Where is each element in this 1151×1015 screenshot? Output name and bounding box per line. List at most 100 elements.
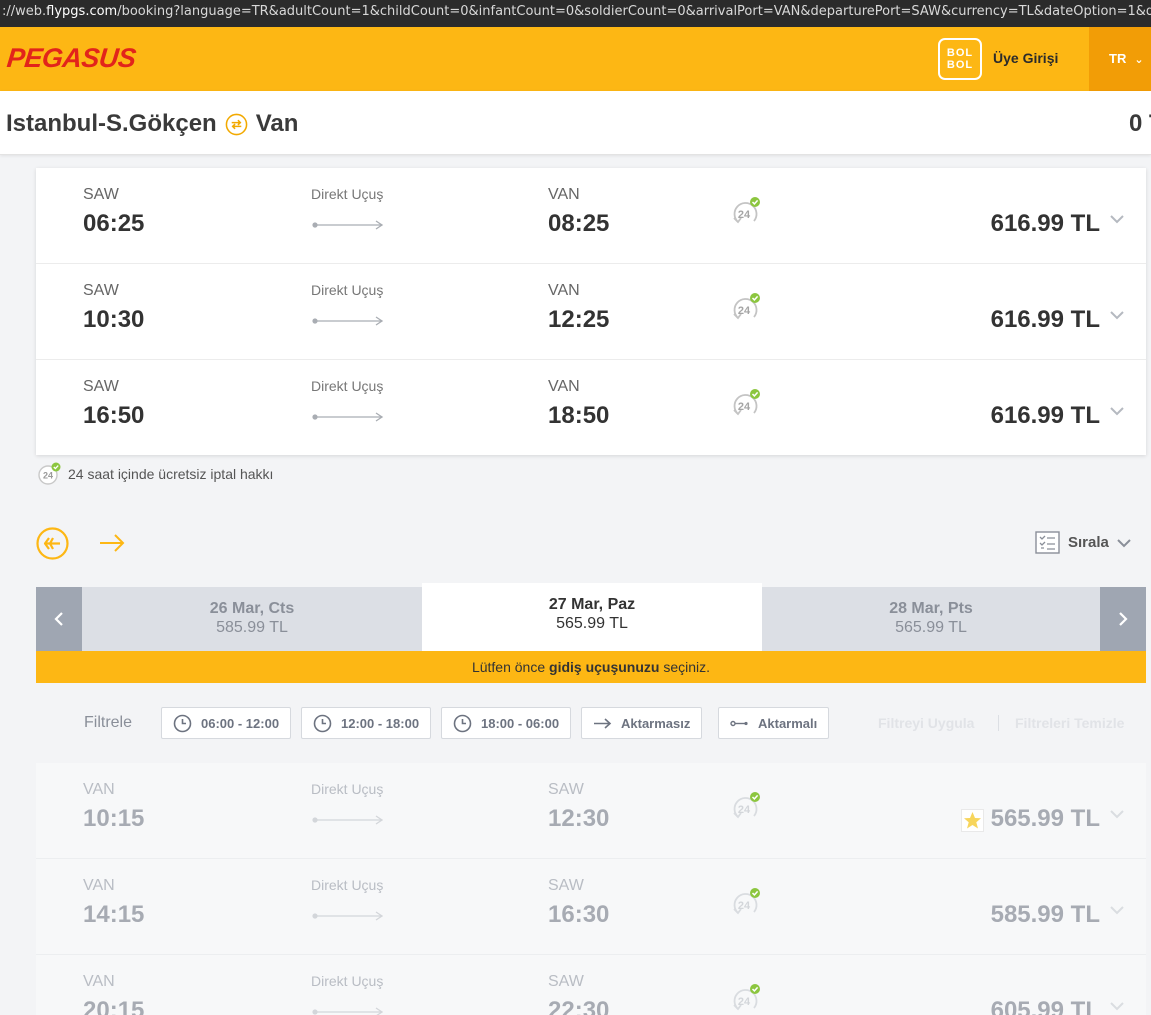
clock-icon xyxy=(173,714,192,732)
notice-text-end: seçiniz. xyxy=(659,659,711,675)
flight-type-label: Direkt Uçuş xyxy=(311,877,384,893)
chevron-down-icon xyxy=(1117,538,1131,547)
chevron-down-icon xyxy=(1110,810,1124,819)
direct-flight-line xyxy=(312,1007,384,1015)
member-login-link[interactable]: Üye Girişi xyxy=(993,50,1058,66)
free-cancellation-note: 24 24 saat içinde ücretsiz iptal hakkı xyxy=(37,462,273,486)
return-flight-list: VAN 10:15 Direkt Uçuş SAW 12:30 24 565.99 TL VA… xyxy=(36,763,1146,1015)
24h-cancel-icon: 24 xyxy=(733,888,760,915)
chevron-down-icon xyxy=(1110,906,1124,915)
filter-evening-button[interactable]: 18:00 - 06:00 xyxy=(441,707,572,739)
swap-icon xyxy=(225,113,248,135)
24h-cancel-icon: 24 xyxy=(38,462,61,485)
url-prefix: ://web. xyxy=(2,4,47,19)
arrow-right-icon xyxy=(100,534,125,552)
filter-morning-label: 06:00 - 12:00 xyxy=(201,715,280,731)
date-label: 28 Mar, Pts xyxy=(889,600,973,617)
chevron-down-icon xyxy=(1110,1002,1124,1011)
arrival-time: 22:30 xyxy=(548,997,610,1015)
chevron-down-icon xyxy=(1110,215,1124,224)
select-outbound-notice: Lütfen önce gidiş uçuşunuzu seçiniz. xyxy=(36,651,1146,683)
language-label: TR xyxy=(1109,51,1127,66)
arrival-time: 18:50 xyxy=(548,402,610,429)
pegasus-logo[interactable]: PEGASUS xyxy=(5,43,137,74)
arrival-airport: VAN xyxy=(548,378,580,395)
departure-time: 10:15 xyxy=(83,805,145,832)
direct-flight-line xyxy=(312,220,384,230)
arrival-airport: SAW xyxy=(548,781,584,798)
date-label: 27 Mar, Paz xyxy=(548,596,636,613)
language-selector[interactable]: TR ⌄ xyxy=(1089,27,1151,91)
chevron-left-icon xyxy=(54,612,63,626)
arrival-time: 08:25 xyxy=(548,210,610,237)
flight-row[interactable]: SAW 10:30 Direkt Uçuş VAN 12:25 24 616.99 TL xyxy=(36,264,1146,360)
flight-row[interactable]: VAN 10:15 Direkt Uçuş SAW 12:30 24 565.99 TL xyxy=(36,763,1146,859)
direct-arrow-icon xyxy=(594,717,612,729)
24h-badge-text: 24 xyxy=(738,996,751,1008)
filter-afternoon-label: 12:00 - 18:00 xyxy=(341,715,420,731)
date-price: 585.99 TL xyxy=(216,619,288,636)
departure-airport: VAN xyxy=(83,781,115,798)
direct-flight-line xyxy=(312,316,384,326)
filter-evening-label: 18:00 - 06:00 xyxy=(481,715,560,731)
departure-airport: SAW xyxy=(83,282,119,299)
filter-connecting-label: Aktarmalı xyxy=(758,715,818,731)
date-option-selected[interactable]: 27 Mar, Paz 565.99 TL xyxy=(422,583,762,651)
flight-price: 565.99 TL xyxy=(990,805,1100,832)
sort-dropdown[interactable]: Sırala xyxy=(1035,531,1131,554)
filter-bar: Filtrele 06:00 - 12:00 12:00 - 18:00 18:… xyxy=(36,683,1146,763)
arrival-airport: SAW xyxy=(548,877,584,894)
departure-time: 16:50 xyxy=(83,402,145,429)
date-option[interactable]: 26 Mar, Cts 585.99 TL xyxy=(82,587,422,651)
filter-connecting-button[interactable]: Aktarmalı xyxy=(718,707,830,739)
flight-row[interactable]: SAW 16:50 Direkt Uçuş VAN 18:50 24 616.99 TL xyxy=(36,360,1146,456)
departure-time: 20:15 xyxy=(83,997,145,1015)
filter-label: Filtrele xyxy=(84,714,133,731)
filter-morning-button[interactable]: 06:00 - 12:00 xyxy=(161,707,292,739)
24h-badge-text: 24 xyxy=(738,804,751,816)
best-price-star-icon xyxy=(961,809,984,832)
24h-cancel-icon: 24 xyxy=(733,792,760,819)
route-title: Istanbul-S.Gökçen Van xyxy=(6,110,298,138)
flight-type-label: Direkt Uçuş xyxy=(311,282,384,298)
bolbol-logo-icon[interactable]: BOL BOL xyxy=(938,38,982,80)
24h-badge-text: 24 xyxy=(738,209,751,221)
clear-filters-button[interactable]: Filtreleri Temizle xyxy=(1015,715,1124,731)
bolbol-line-2: BOL xyxy=(946,59,974,71)
previous-date-button[interactable] xyxy=(36,587,82,651)
chevron-down-icon xyxy=(1110,311,1124,320)
flight-row[interactable]: VAN 20:15 Direkt Uçuş SAW 22:30 24 605.99 TL xyxy=(36,955,1146,1015)
clock-icon xyxy=(453,714,472,732)
filter-afternoon-button[interactable]: 12:00 - 18:00 xyxy=(301,707,432,739)
flight-price: 585.99 TL xyxy=(990,901,1100,928)
direct-flight-line xyxy=(312,412,384,422)
arrival-time: 12:30 xyxy=(548,805,610,832)
date-selector: 26 Mar, Cts 585.99 TL 27 Mar, Paz 565.99… xyxy=(36,583,1146,651)
24h-cancel-icon: 24 xyxy=(733,197,760,224)
next-date-button[interactable] xyxy=(1100,587,1146,651)
apply-filter-button[interactable]: Filtreyi Uygula xyxy=(878,715,974,731)
arrival-time: 16:30 xyxy=(548,901,610,928)
chevron-down-icon: ⌄ xyxy=(1134,54,1144,66)
flight-row[interactable]: SAW 06:25 Direkt Uçuş VAN 08:25 24 616.99 TL xyxy=(36,168,1146,264)
filter-direct-button[interactable]: Aktarmasız xyxy=(581,707,703,739)
free-cancellation-text: 24 saat içinde ücretsiz iptal hakkı xyxy=(68,466,274,482)
date-label: 26 Mar, Cts xyxy=(209,600,295,617)
flight-price: 616.99 TL xyxy=(990,306,1100,333)
browser-url-bar[interactable]: ://web.flypgs.com/booking?language=TR&ad… xyxy=(0,0,1151,27)
route-total-price: 0 T xyxy=(1129,110,1151,137)
notice-text-start: Lütfen önce xyxy=(471,659,550,675)
direct-flight-line xyxy=(312,815,384,825)
departure-airport: SAW xyxy=(83,378,119,395)
outbound-flight-list: SAW 06:25 Direkt Uçuş VAN 08:25 24 616.99 TL SA… xyxy=(36,168,1146,455)
date-price: 565.99 TL xyxy=(556,615,628,632)
date-option[interactable]: 28 Mar, Pts 565.99 TL xyxy=(762,587,1100,651)
flight-row[interactable]: VAN 14:15 Direkt Uçuş SAW 16:30 24 585.99 TL xyxy=(36,859,1146,955)
arrival-airport: VAN xyxy=(548,282,580,299)
arrival-airport: VAN xyxy=(548,186,580,203)
24h-badge-text: 24 xyxy=(43,471,53,481)
departure-airport: VAN xyxy=(83,877,115,894)
flight-price: 616.99 TL xyxy=(990,210,1100,237)
url-path: /booking?language=TR&adultCount=1&childC… xyxy=(117,4,1151,19)
notice-text-bold: gidiş uçuşunuzu xyxy=(549,659,660,675)
